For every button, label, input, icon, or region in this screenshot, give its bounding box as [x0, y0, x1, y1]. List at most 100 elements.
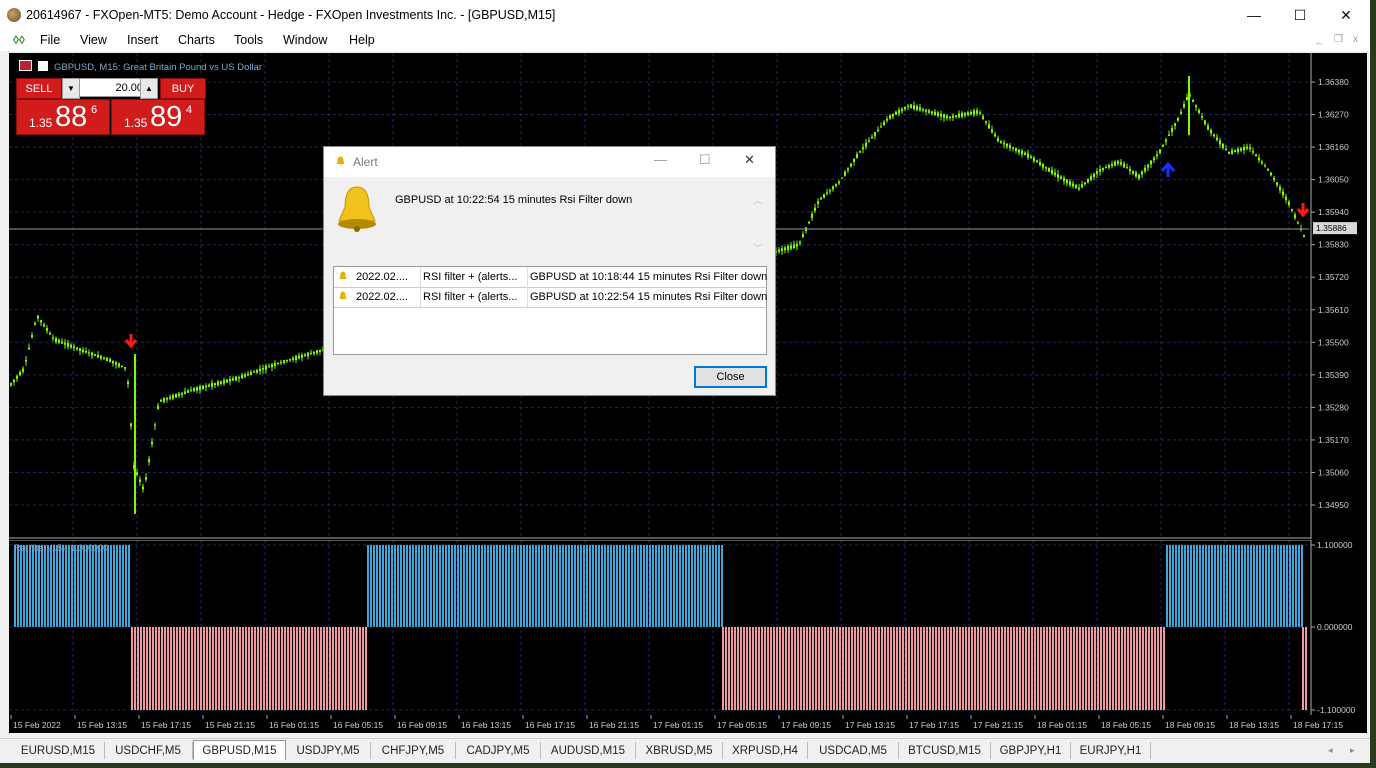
tab-eurjpy-h1[interactable]: EURJPY,H1: [1071, 742, 1151, 759]
indicator-bar-down: [965, 627, 967, 710]
indicator-bar-up: [526, 545, 528, 627]
indicator-bar-down: [1004, 627, 1006, 710]
maximize-button[interactable]: ☐: [1277, 0, 1323, 30]
menu-window[interactable]: Window: [283, 33, 327, 47]
candle-body: [46, 328, 48, 332]
sell-price[interactable]: 1.35 88 6: [16, 99, 110, 135]
menu-tools[interactable]: Tools: [234, 33, 263, 47]
scroll-down-icon[interactable]: ﹀: [753, 240, 763, 255]
indicator-bar-up: [59, 545, 61, 627]
indicator-bar-up: [1166, 545, 1168, 627]
menu-file[interactable]: File: [40, 33, 60, 47]
menu-view[interactable]: View: [80, 33, 107, 47]
chart-properties-icon[interactable]: [38, 61, 48, 71]
indicator-bar-up: [1298, 545, 1300, 627]
candle-body: [931, 111, 933, 114]
message-scrollbar[interactable]: ︿ ﹀: [751, 192, 765, 256]
indicator-bar-up: [532, 545, 534, 627]
candle-body: [1159, 149, 1161, 153]
buy-price[interactable]: 1.35 89 4: [111, 99, 205, 135]
minimize-button[interactable]: —: [1231, 0, 1277, 30]
lot-decrease-button[interactable]: ▼: [62, 78, 80, 99]
tab-audusd-m15[interactable]: AUDUSD,M15: [541, 742, 636, 759]
chart-menu-icon[interactable]: ◊◊: [13, 33, 25, 47]
candle-body: [1219, 140, 1221, 145]
alert-maximize-button[interactable]: ☐: [699, 152, 711, 168]
alert-close-dialog-button[interactable]: Close: [694, 366, 767, 388]
alert-minimize-button[interactable]: —: [654, 152, 667, 167]
indicator-chart[interactable]: 1.100000 0.000000 -1.100000 Rsi filter (15…: [9, 540, 1367, 715]
indicator-bar-down: [1154, 627, 1156, 710]
indicator-bar-down: [356, 627, 358, 710]
candle-body: [982, 116, 984, 119]
lot-size-input[interactable]: [79, 78, 147, 97]
indicator-bar-up: [107, 545, 109, 627]
tab-usdchf-m5[interactable]: USDCHF,M5: [104, 742, 193, 759]
menu-insert[interactable]: Insert: [127, 33, 158, 47]
indicator-bar-down: [338, 627, 340, 710]
indicator-bar-down: [977, 627, 979, 710]
candle-body: [1060, 176, 1062, 180]
indicator-bar-down: [332, 627, 334, 710]
tab-btcusd-m15[interactable]: BTCUSD,M15: [899, 742, 991, 759]
candle-body: [1036, 160, 1038, 163]
indicator-bar-down: [908, 627, 910, 710]
mdi-minimize-button[interactable]: _: [1316, 34, 1322, 45]
tabs-scroll-right-icon[interactable]: ▸: [1350, 745, 1355, 756]
close-window-button[interactable]: ✕: [1323, 0, 1369, 30]
candle-body: [1231, 150, 1233, 154]
indicator-bar-up: [466, 545, 468, 627]
candle-body: [1054, 172, 1056, 176]
mdi-close-button[interactable]: x: [1353, 34, 1358, 45]
alert-close-button[interactable]: ✕: [744, 152, 755, 168]
menu-charts[interactable]: Charts: [178, 33, 215, 47]
chart-window[interactable]: 1.36380 1.36270 1.36160 1.36050 1.35940 1.358…: [9, 53, 1367, 733]
tab-chfjpy-m5[interactable]: CHFJPY,M5: [371, 742, 456, 759]
indicator-bar-down: [1157, 627, 1159, 710]
candle-body: [856, 153, 858, 158]
indicator-bar-up: [1235, 545, 1237, 627]
candle-body: [184, 391, 186, 394]
alert-row[interactable]: 2022.02.... RSI filter + (alerts... GBPU…: [334, 287, 768, 308]
mdi-restore-button[interactable]: ❐: [1334, 34, 1343, 45]
tab-eurusd-m15[interactable]: EURUSD,M15: [12, 742, 105, 759]
lot-increase-button[interactable]: ▲: [140, 78, 158, 99]
alert-row[interactable]: 2022.02.... RSI filter + (alerts... GBPU…: [334, 267, 767, 288]
tab-usdcad-m5[interactable]: USDCAD,M5: [808, 742, 899, 759]
time-tick-label: 16 Feb 17:15: [525, 720, 575, 730]
tab-xbrusd-m5[interactable]: XBRUSD,M5: [636, 742, 723, 759]
tab-gbpjpy-h1[interactable]: GBPJPY,H1: [991, 742, 1071, 759]
indicator-bar-up: [89, 545, 91, 627]
tab-gbpusd-m15[interactable]: GBPUSD,M15: [193, 740, 286, 760]
indicator-bar-up: [697, 545, 699, 627]
alert-row-message: GBPUSD at 10:22:54 15 minutes Rsi Filter…: [530, 291, 768, 303]
indicator-bar-down: [299, 627, 301, 710]
indicator-bar-down: [863, 627, 865, 710]
candle-body: [169, 396, 171, 399]
tabs-scroll-left-icon[interactable]: ◂: [1328, 745, 1333, 756]
candle-body: [67, 342, 69, 347]
tab-usdjpy-m5[interactable]: USDJPY,M5: [286, 742, 371, 759]
indicator-bar-down: [1076, 627, 1078, 710]
menu-help[interactable]: Help: [349, 33, 375, 47]
indicator-bar-up: [1271, 545, 1273, 627]
candle-body: [61, 341, 63, 344]
alert-history-list[interactable]: 2022.02.... RSI filter + (alerts... GBPU…: [333, 266, 767, 355]
candle-body: [316, 350, 318, 354]
scroll-up-icon[interactable]: ︿: [753, 192, 763, 207]
chart-menu-icon[interactable]: [19, 60, 32, 71]
indicator-bar-up: [637, 545, 639, 627]
tab-cadjpy-m5[interactable]: CADJPY,M5: [456, 742, 541, 759]
indicator-bar-up: [77, 545, 79, 627]
buy-button[interactable]: BUY: [160, 78, 206, 99]
indicator-bar-up: [499, 545, 501, 627]
indicator-bar-up: [571, 545, 573, 627]
indicator-bar-up: [451, 545, 453, 627]
tab-xrpusd-h4[interactable]: XRPUSD,H4: [723, 742, 808, 759]
indicator-bar-up: [442, 545, 444, 627]
indicator-pane[interactable]: 1.100000 0.000000 -1.100000 Rsi filter (15…: [9, 540, 1367, 715]
indicator-bar-up: [514, 545, 516, 627]
sell-button[interactable]: SELL: [16, 78, 62, 99]
candle-body: [1207, 125, 1209, 130]
indicator-bar-down: [161, 627, 163, 710]
